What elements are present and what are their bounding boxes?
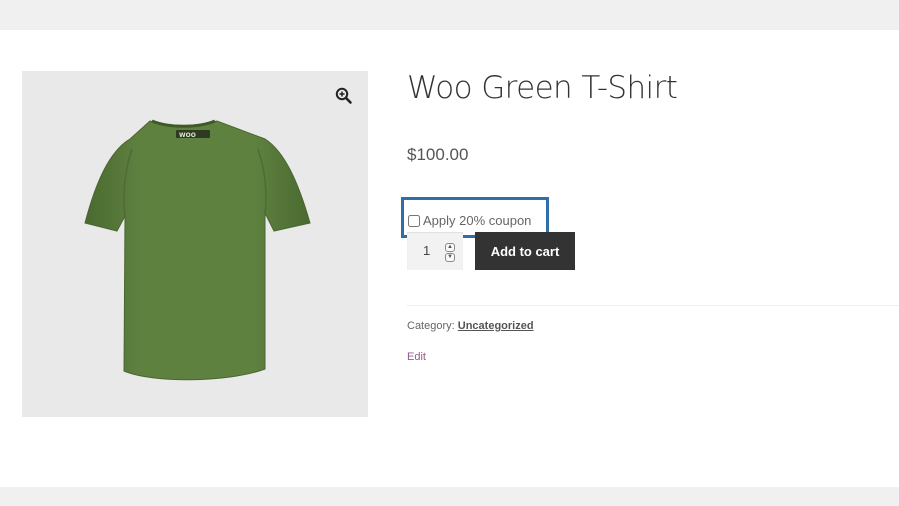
category-label: Category: <box>407 320 455 332</box>
footer-band <box>0 487 899 506</box>
coupon-label: Apply 20% coupon <box>423 213 532 228</box>
coupon-option[interactable]: Apply 20% coupon <box>407 213 531 228</box>
add-to-cart-button[interactable]: Add to cart <box>475 232 575 270</box>
quantity-up-icon[interactable]: ▲ <box>445 243 455 252</box>
edit-link[interactable]: Edit <box>407 351 426 363</box>
coupon-checkbox[interactable] <box>408 214 420 227</box>
quantity-down-icon[interactable]: ▼ <box>445 253 455 262</box>
zoom-in-icon[interactable] <box>334 86 354 106</box>
product-title: Woo Green T-Shirt <box>407 70 678 106</box>
divider <box>407 305 899 306</box>
quantity-input[interactable]: 1 ▲ ▼ <box>407 232 463 270</box>
product-image: WOO <box>84 119 311 381</box>
category-link[interactable]: Uncategorized <box>458 320 534 332</box>
quantity-stepper[interactable]: ▲ ▼ <box>445 243 455 262</box>
quantity-value[interactable]: 1 <box>423 243 430 258</box>
product-gallery: WOO <box>22 71 368 417</box>
product-price: $100.00 <box>407 145 469 164</box>
product-meta: Category: Uncategorized <box>407 320 534 332</box>
shirt-logo-text: WOO <box>179 132 196 139</box>
header-band <box>0 0 899 30</box>
